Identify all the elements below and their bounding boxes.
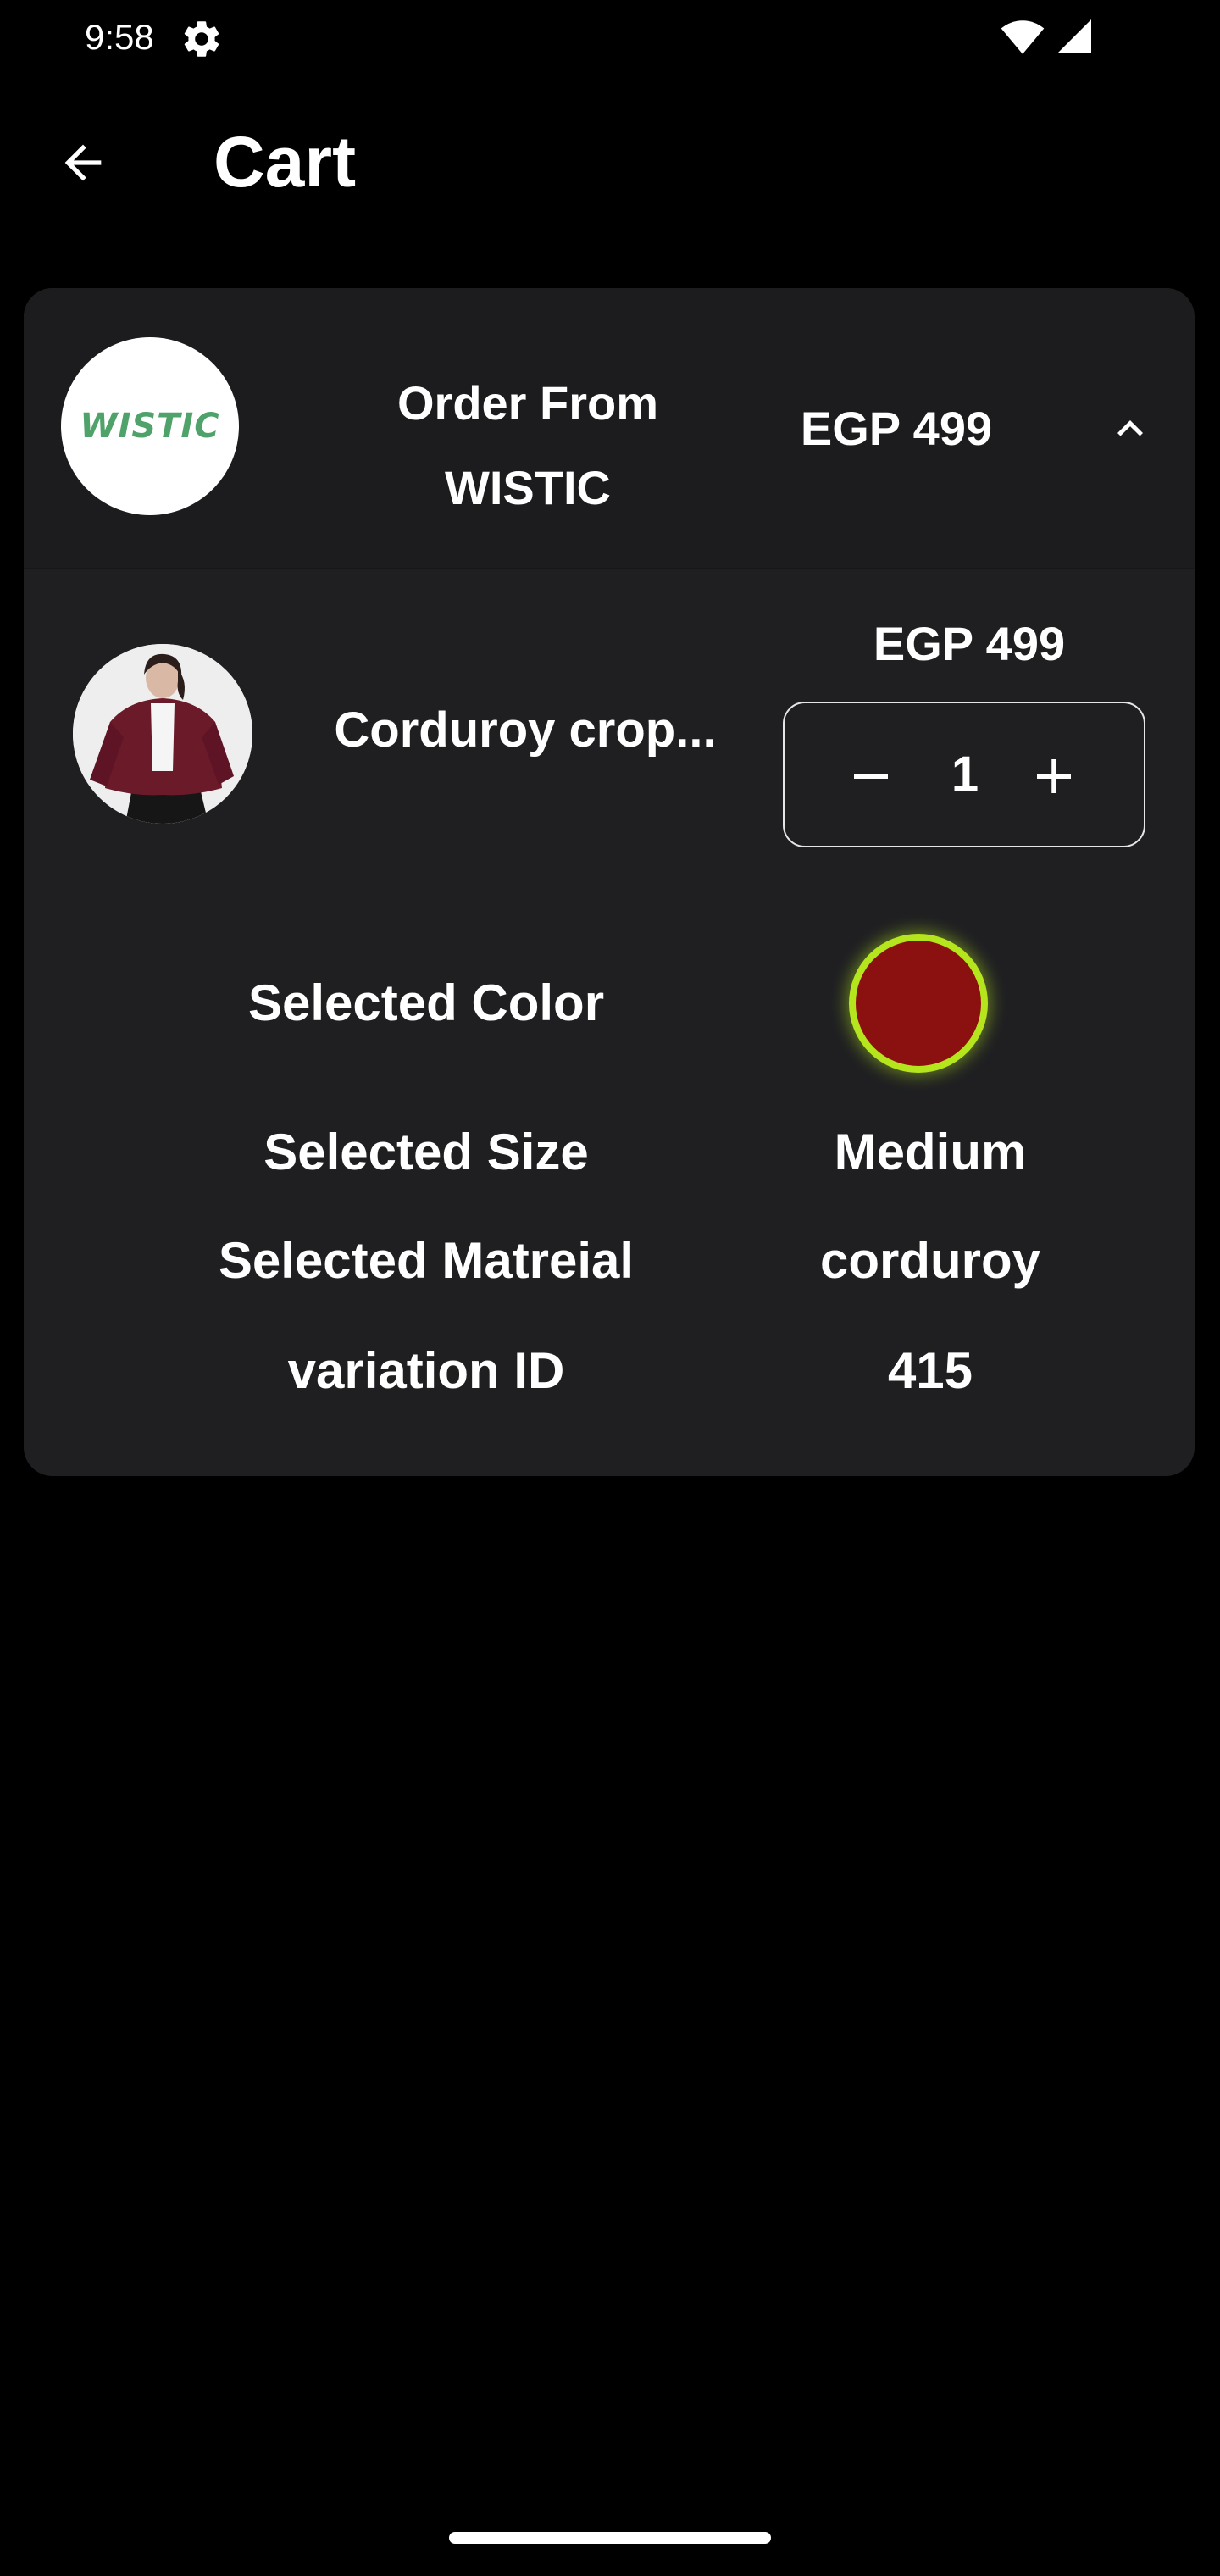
- store-logo: WISTIC: [61, 337, 239, 515]
- product-image: [73, 644, 252, 824]
- variation-id-label: variation ID: [287, 1342, 565, 1399]
- decrease-quantity-button[interactable]: [829, 734, 913, 819]
- increase-quantity-button[interactable]: [1012, 734, 1096, 819]
- store-logo-text: WISTIC: [80, 407, 220, 446]
- arrow-back-icon: [64, 144, 102, 181]
- selected-color-label: Selected Color: [247, 974, 605, 1031]
- quantity-stepper: 1: [783, 702, 1145, 847]
- order-header[interactable]: WISTIC Order From WISTIC EGP 499: [24, 288, 1195, 569]
- chevron-up-icon: [1117, 420, 1143, 436]
- selected-size-value: Medium: [834, 1124, 1027, 1180]
- store-title: Order From WISTIC: [278, 361, 778, 530]
- product-name: Corduroy crop...: [334, 702, 717, 758]
- order-card: WISTIC Order From WISTIC EGP 499 Corduro…: [24, 288, 1195, 1476]
- selected-material-value: corduroy: [819, 1232, 1041, 1289]
- store-title-line1: Order From: [396, 376, 659, 430]
- home-indicator[interactable]: [449, 2532, 771, 2544]
- collapse-button[interactable]: [1096, 395, 1164, 463]
- back-button[interactable]: [41, 120, 125, 205]
- settings-gear-icon: [184, 21, 219, 57]
- quantity-value: 1: [951, 747, 979, 802]
- page-title: Cart: [214, 122, 357, 202]
- selected-material-label: Selected Matreial: [218, 1232, 635, 1289]
- variation-id-value: 415: [887, 1342, 973, 1399]
- product-price: EGP 499: [873, 617, 1066, 670]
- order-total: EGP 499: [800, 402, 993, 455]
- status-time: 9:58: [85, 17, 154, 57]
- minus-icon: [854, 774, 888, 779]
- selected-color-swatch: [849, 934, 988, 1073]
- app-bar: Cart: [0, 85, 1220, 229]
- selected-size-label: Selected Size: [263, 1124, 589, 1180]
- cellular-signal-icon: [1057, 19, 1091, 53]
- store-title-line2: WISTIC: [445, 461, 611, 514]
- product-photo-illustration: [73, 644, 252, 824]
- status-bar: 9:58: [0, 0, 1220, 75]
- wifi-icon: [1001, 20, 1045, 54]
- plus-icon: [1037, 759, 1071, 793]
